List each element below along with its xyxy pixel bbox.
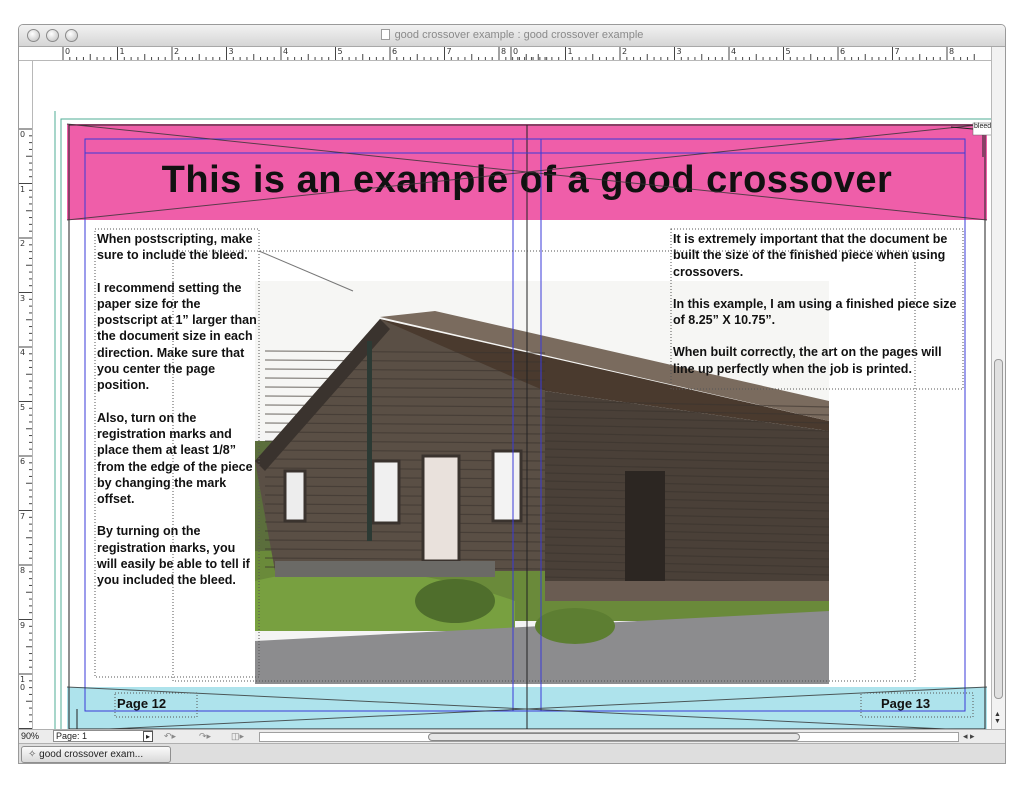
vertical-scroll-thumb[interactable] xyxy=(994,359,1003,699)
ruler-number: 5 xyxy=(20,402,26,412)
headline[interactable]: This is an example of a good crossover xyxy=(67,159,987,202)
document-tab[interactable]: ✧ good crossover exam... xyxy=(21,746,171,763)
vertical-ruler[interactable]: 01234567891 01 1 xyxy=(19,61,33,729)
status-bar: 90% Page: 1 ▸ ↶▸ ↷▸ ◫▸ ◂ ▸ xyxy=(19,729,1005,743)
left-paragraph-4: By turning on the registration marks, yo… xyxy=(97,524,250,588)
view-options-icon[interactable]: ◫▸ xyxy=(231,731,244,742)
ruler-number: 9 xyxy=(20,620,26,630)
page-spread-canvas[interactable]: When postscripting, make sure to include… xyxy=(33,61,993,729)
ruler-number: 6 xyxy=(20,457,26,466)
ruler-number: 2 xyxy=(20,239,26,248)
ruler-number: 7 xyxy=(20,511,26,521)
scroll-arrows-icon[interactable]: ▲ ▼ xyxy=(994,711,1001,725)
ruler-number: 4 xyxy=(731,47,737,56)
ruler-number: 6 xyxy=(840,47,846,56)
ruler-number: 7 xyxy=(894,47,900,56)
vertical-scrollbar[interactable]: ▲ ▼ xyxy=(991,47,1005,729)
horizontal-scrollbar[interactable] xyxy=(259,732,959,742)
page-number-left: Page 12 xyxy=(117,696,167,711)
ruler-number: 5 xyxy=(785,47,791,56)
ruler-number: 6 xyxy=(392,47,398,56)
scroll-left-right-icon[interactable]: ◂ ▸ xyxy=(963,731,975,742)
right-paragraph-3: When built correctly, the art on the pag… xyxy=(673,345,942,376)
horizontal-scroll-thumb[interactable] xyxy=(428,733,800,741)
ruler-number: 3 xyxy=(20,293,26,303)
right-paragraph-2: In this example, I am using a finished p… xyxy=(673,296,957,328)
document-tab-label: good crossover exam... xyxy=(39,749,144,760)
ruler-number: 2 xyxy=(174,47,180,56)
ruler-number: 8 xyxy=(501,47,507,56)
footer-band xyxy=(67,687,987,729)
ruler-number: 1 xyxy=(119,47,125,56)
left-text-column[interactable]: When postscripting, make sure to include… xyxy=(97,231,257,605)
document-icon xyxy=(380,29,390,40)
right-paragraph-1: It is extremely important that the docum… xyxy=(673,232,948,279)
ruler-number: 4 xyxy=(283,47,289,56)
page-number-right: Page 13 xyxy=(881,696,931,711)
ruler-number: 2 xyxy=(622,47,628,56)
left-paragraph-2: I recommend setting the paper size for t… xyxy=(97,280,257,393)
zoom-field[interactable]: 90% xyxy=(21,731,39,741)
window-title-text: good crossover example : good crossover … xyxy=(394,29,644,41)
horizontal-ruler[interactable]: 012345678012345678 xyxy=(19,47,1005,61)
left-paragraph-3: Also, turn on the registration marks and… xyxy=(97,410,253,507)
right-text-column[interactable]: It is extremely important that the docum… xyxy=(673,231,963,393)
ruler-number: 3 xyxy=(228,47,234,56)
ruler-number: 1 xyxy=(20,184,26,194)
ruler-number: 7 xyxy=(446,47,452,56)
ruler-number: 0 xyxy=(513,47,519,56)
bleed-label-top: bleed xyxy=(974,123,992,130)
ruler-number: 1 0 xyxy=(20,675,26,692)
document-window: good crossover example : good crossover … xyxy=(18,24,1006,764)
page-field[interactable]: Page: 1 xyxy=(53,730,153,742)
title-bar[interactable]: good crossover example : good crossover … xyxy=(19,25,1005,47)
ruler-number: 5 xyxy=(337,47,343,56)
ruler-number: 0 xyxy=(65,47,71,56)
ruler-number: 8 xyxy=(949,47,955,56)
ruler-number: 0 xyxy=(20,130,26,139)
undo-icon[interactable]: ↶▸ xyxy=(164,731,176,742)
window-title: good crossover example : good crossover … xyxy=(19,29,1005,41)
left-paragraph-1: When postscripting, make sure to include… xyxy=(97,232,253,263)
page-menu-icon[interactable]: ▸ xyxy=(143,731,153,742)
tab-icon: ✧ xyxy=(28,749,40,760)
ruler-number: 8 xyxy=(20,566,26,575)
redo-icon[interactable]: ↷▸ xyxy=(199,731,211,742)
ruler-number: 4 xyxy=(20,348,26,357)
ruler-number: 1 xyxy=(567,47,573,56)
ruler-number: 3 xyxy=(676,47,682,56)
document-tab-bar: ✧ good crossover exam... xyxy=(19,743,1005,763)
